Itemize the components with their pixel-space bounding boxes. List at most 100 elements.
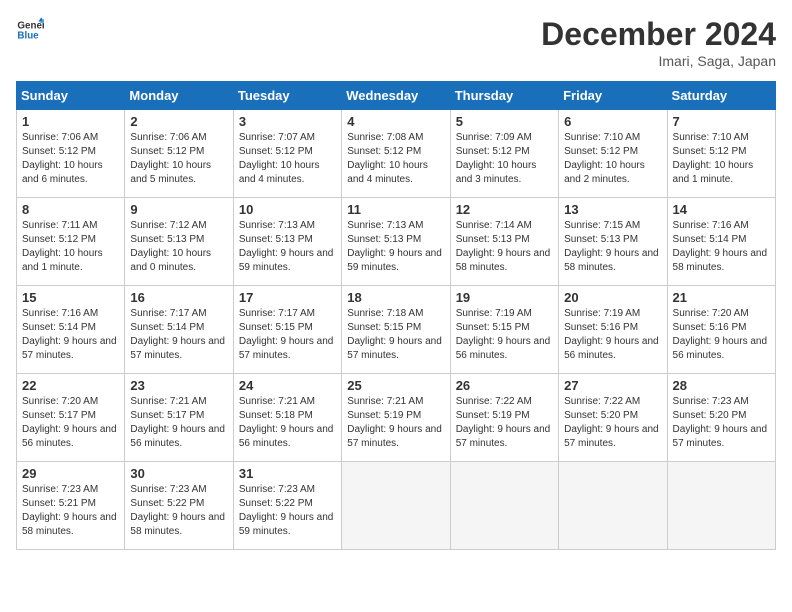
cell-details: Sunrise: 7:13 AMSunset: 5:13 PMDaylight:…	[239, 219, 336, 275]
cell-details: Sunrise: 7:23 AMSunset: 5:22 PMDaylight:…	[130, 483, 227, 539]
day-number: 20	[564, 290, 661, 305]
cell-details: Sunrise: 7:23 AMSunset: 5:22 PMDaylight:…	[239, 483, 336, 539]
day-number: 13	[564, 202, 661, 217]
calendar-cell: 14 Sunrise: 7:16 AMSunset: 5:14 PMDayligh…	[667, 198, 775, 286]
day-number: 28	[673, 378, 770, 393]
day-header-monday: Monday	[125, 82, 233, 110]
cell-details: Sunrise: 7:16 AMSunset: 5:14 PMDaylight:…	[673, 219, 770, 275]
calendar-cell: 24 Sunrise: 7:21 AMSunset: 5:18 PMDayligh…	[233, 374, 341, 462]
day-number: 21	[673, 290, 770, 305]
day-number: 19	[456, 290, 553, 305]
cell-details: Sunrise: 7:09 AMSunset: 5:12 PMDaylight:…	[456, 131, 553, 187]
week-row-3: 15 Sunrise: 7:16 AMSunset: 5:14 PMDayligh…	[17, 286, 776, 374]
day-number: 4	[347, 114, 444, 129]
cell-details: Sunrise: 7:20 AMSunset: 5:16 PMDaylight:…	[673, 307, 770, 363]
calendar-cell: 30 Sunrise: 7:23 AMSunset: 5:22 PMDayligh…	[125, 462, 233, 550]
calendar-cell: 9Sunrise: 7:12 AMSunset: 5:13 PMDaylight…	[125, 198, 233, 286]
day-number: 8	[22, 202, 119, 217]
cell-details: Sunrise: 7:07 AMSunset: 5:12 PMDaylight:…	[239, 131, 336, 187]
calendar-cell: 8 Sunrise: 7:11 AMSunset: 5:12 PMDaylight…	[17, 198, 125, 286]
week-row-5: 29Sunrise: 7:23 AMSunset: 5:21 PMDayligh…	[17, 462, 776, 550]
calendar-cell: 13 Sunrise: 7:15 AMSunset: 5:13 PMDayligh…	[559, 198, 667, 286]
calendar-cell: 3 Sunrise: 7:07 AMSunset: 5:12 PMDaylight…	[233, 110, 341, 198]
calendar-cell: 18 Sunrise: 7:18 AMSunset: 5:15 PMDayligh…	[342, 286, 450, 374]
cell-details: Sunrise: 7:22 AMSunset: 5:20 PMDaylight:…	[564, 395, 661, 451]
calendar-cell: 12 Sunrise: 7:14 AMSunset: 5:13 PMDayligh…	[450, 198, 558, 286]
day-number: 26	[456, 378, 553, 393]
day-header-tuesday: Tuesday	[233, 82, 341, 110]
cell-details: Sunrise: 7:14 AMSunset: 5:13 PMDaylight:…	[456, 219, 553, 275]
day-number: 3	[239, 114, 336, 129]
cell-details: Sunrise: 7:16 AMSunset: 5:14 PMDaylight:…	[22, 307, 119, 363]
cell-details: Sunrise: 7:22 AMSunset: 5:19 PMDaylight:…	[456, 395, 553, 451]
day-number: 14	[673, 202, 770, 217]
calendar-cell	[667, 462, 775, 550]
day-number: 17	[239, 290, 336, 305]
day-header-wednesday: Wednesday	[342, 82, 450, 110]
week-row-1: 1 Sunrise: 7:06 AMSunset: 5:12 PMDaylight…	[17, 110, 776, 198]
day-number: 31	[239, 466, 336, 481]
day-number: 11	[347, 202, 444, 217]
day-number: 7	[673, 114, 770, 129]
cell-details: Sunrise: 7:06 AMSunset: 5:12 PMDaylight:…	[130, 131, 227, 187]
cell-details: Sunrise: 7:19 AMSunset: 5:15 PMDaylight:…	[456, 307, 553, 363]
cell-details: Sunrise: 7:15 AMSunset: 5:13 PMDaylight:…	[564, 219, 661, 275]
cell-details: Sunrise: 7:10 AMSunset: 5:12 PMDaylight:…	[673, 131, 770, 187]
day-number: 1	[22, 114, 119, 129]
calendar-cell: 15 Sunrise: 7:16 AMSunset: 5:14 PMDayligh…	[17, 286, 125, 374]
cell-details: Sunrise: 7:17 AMSunset: 5:15 PMDaylight:…	[239, 307, 336, 363]
month-title: December 2024	[541, 16, 776, 53]
calendar-cell: 7 Sunrise: 7:10 AMSunset: 5:12 PMDaylight…	[667, 110, 775, 198]
day-number: 6	[564, 114, 661, 129]
day-number: 10	[239, 202, 336, 217]
cell-details: Sunrise: 7:11 AMSunset: 5:12 PMDaylight:…	[22, 219, 119, 275]
calendar-cell: 2 Sunrise: 7:06 AMSunset: 5:12 PMDaylight…	[125, 110, 233, 198]
day-number: 2	[130, 114, 227, 129]
calendar-cell: 25 Sunrise: 7:21 AMSunset: 5:19 PMDayligh…	[342, 374, 450, 462]
calendar-cell: 6Sunrise: 7:10 AMSunset: 5:12 PMDaylight…	[559, 110, 667, 198]
cell-details: Sunrise: 7:12 AMSunset: 5:13 PMDaylight:…	[130, 219, 227, 275]
day-header-sunday: Sunday	[17, 82, 125, 110]
cell-details: Sunrise: 7:13 AMSunset: 5:13 PMDaylight:…	[347, 219, 444, 275]
day-number: 18	[347, 290, 444, 305]
title-block: December 2024 Imari, Saga, Japan	[541, 16, 776, 69]
day-number: 16	[130, 290, 227, 305]
calendar-cell: 4Sunrise: 7:08 AMSunset: 5:12 PMDaylight…	[342, 110, 450, 198]
calendar-cell: 17 Sunrise: 7:17 AMSunset: 5:15 PMDayligh…	[233, 286, 341, 374]
calendar-cell: 1 Sunrise: 7:06 AMSunset: 5:12 PMDaylight…	[17, 110, 125, 198]
calendar-cell: 5Sunrise: 7:09 AMSunset: 5:12 PMDaylight…	[450, 110, 558, 198]
day-header-friday: Friday	[559, 82, 667, 110]
week-row-4: 22 Sunrise: 7:20 AMSunset: 5:17 PMDayligh…	[17, 374, 776, 462]
location: Imari, Saga, Japan	[541, 53, 776, 69]
cell-details: Sunrise: 7:20 AMSunset: 5:17 PMDaylight:…	[22, 395, 119, 451]
day-header-thursday: Thursday	[450, 82, 558, 110]
calendar-cell: 31 Sunrise: 7:23 AMSunset: 5:22 PMDayligh…	[233, 462, 341, 550]
day-number: 15	[22, 290, 119, 305]
day-number: 12	[456, 202, 553, 217]
logo-icon: General Blue	[16, 16, 44, 44]
cell-details: Sunrise: 7:18 AMSunset: 5:15 PMDaylight:…	[347, 307, 444, 363]
calendar-cell: 10 Sunrise: 7:13 AMSunset: 5:13 PMDayligh…	[233, 198, 341, 286]
calendar-cell: 26 Sunrise: 7:22 AMSunset: 5:19 PMDayligh…	[450, 374, 558, 462]
cell-details: Sunrise: 7:23 AMSunset: 5:21 PMDaylight:…	[22, 483, 119, 539]
calendar-cell: 20Sunrise: 7:19 AMSunset: 5:16 PMDayligh…	[559, 286, 667, 374]
calendar-table: SundayMondayTuesdayWednesdayThursdayFrid…	[16, 81, 776, 550]
day-number: 22	[22, 378, 119, 393]
cell-details: Sunrise: 7:21 AMSunset: 5:19 PMDaylight:…	[347, 395, 444, 451]
day-number: 25	[347, 378, 444, 393]
calendar-cell	[559, 462, 667, 550]
cell-details: Sunrise: 7:21 AMSunset: 5:18 PMDaylight:…	[239, 395, 336, 451]
cell-details: Sunrise: 7:21 AMSunset: 5:17 PMDaylight:…	[130, 395, 227, 451]
day-number: 24	[239, 378, 336, 393]
calendar-cell	[342, 462, 450, 550]
cell-details: Sunrise: 7:23 AMSunset: 5:20 PMDaylight:…	[673, 395, 770, 451]
day-number: 27	[564, 378, 661, 393]
calendar-cell: 19 Sunrise: 7:19 AMSunset: 5:15 PMDayligh…	[450, 286, 558, 374]
day-number: 30	[130, 466, 227, 481]
calendar-cell: 29Sunrise: 7:23 AMSunset: 5:21 PMDayligh…	[17, 462, 125, 550]
header-row: SundayMondayTuesdayWednesdayThursdayFrid…	[17, 82, 776, 110]
day-number: 23	[130, 378, 227, 393]
calendar-cell: 22 Sunrise: 7:20 AMSunset: 5:17 PMDayligh…	[17, 374, 125, 462]
svg-text:Blue: Blue	[17, 30, 39, 41]
cell-details: Sunrise: 7:06 AMSunset: 5:12 PMDaylight:…	[22, 131, 119, 187]
